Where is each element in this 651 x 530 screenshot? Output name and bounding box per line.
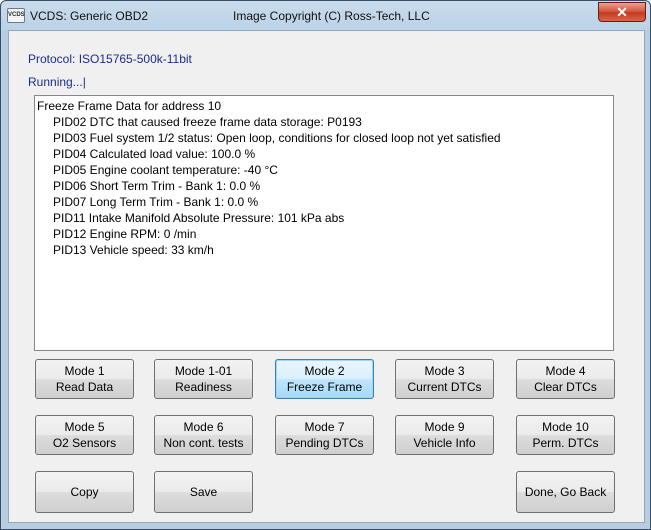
button-label: Done, Go Back <box>524 485 607 499</box>
output-line: PID05 Engine coolant temperature: -40 °C <box>53 163 278 177</box>
button-label: Mode 5 <box>64 420 105 434</box>
mode2-freeze-frame-button[interactable]: Mode 2 Freeze Frame <box>275 359 374 399</box>
mode10-perm-dtcs-button[interactable]: Mode 10 Perm. DTCs <box>516 415 615 455</box>
button-label: Mode 1 <box>64 364 105 378</box>
button-sublabel: Current DTCs <box>407 380 482 394</box>
protocol-label: Protocol: ISO15765-500k-11bit <box>28 52 192 66</box>
button-label: Mode 1-01 <box>174 364 233 378</box>
mode5-o2-sensors-button[interactable]: Mode 5 O2 Sensors <box>35 415 134 455</box>
button-sublabel: Vehicle Info <box>413 436 476 450</box>
copy-button[interactable]: Copy <box>35 471 134 513</box>
output-line: PID12 Engine RPM: 0 /min <box>53 227 197 241</box>
button-label: Mode 4 <box>545 364 586 378</box>
button-label: Copy <box>70 485 99 499</box>
done-go-back-button[interactable]: Done, Go Back <box>516 471 615 513</box>
save-button[interactable]: Save <box>154 471 253 513</box>
mode4-clear-dtcs-button[interactable]: Mode 4 Clear DTCs <box>516 359 615 399</box>
output-line: PID06 Short Term Trim - Bank 1: 0.0 % <box>53 179 261 193</box>
output-line: PID02 DTC that caused freeze frame data … <box>53 115 362 129</box>
output-line: PID03 Fuel system 1/2 status: Open loop,… <box>53 131 501 145</box>
status-label: Running...| <box>28 75 86 89</box>
vcds-app-icon: VCDS <box>7 8 25 23</box>
button-label: Mode 9 <box>424 420 465 434</box>
mode6-non-cont-tests-button[interactable]: Mode 6 Non cont. tests <box>154 415 253 455</box>
button-sublabel: Pending DTCs <box>285 436 364 450</box>
button-sublabel: Readiness <box>175 380 232 394</box>
button-sublabel: Perm. DTCs <box>532 436 599 450</box>
close-icon[interactable]: ✕ <box>598 2 646 22</box>
button-sublabel: Read Data <box>55 380 114 394</box>
mode1-01-readiness-button[interactable]: Mode 1-01 Readiness <box>154 359 253 399</box>
freeze-frame-output[interactable]: Freeze Frame Data for address 10 PID02 D… <box>34 95 614 351</box>
button-sublabel: Non cont. tests <box>163 436 244 450</box>
button-sublabel: Clear DTCs <box>534 380 597 394</box>
button-label: Mode 10 <box>542 420 589 434</box>
copyright-text: Image Copyright (C) Ross-Tech, LLC <box>233 9 430 23</box>
button-label: Mode 2 <box>304 364 345 378</box>
vcds-window: VCDS VCDS: Generic OBD2 Image Copyright … <box>0 0 651 530</box>
mode9-vehicle-info-button[interactable]: Mode 9 Vehicle Info <box>395 415 494 455</box>
output-line: PID13 Vehicle speed: 33 km/h <box>53 243 214 257</box>
button-label: Mode 3 <box>424 364 465 378</box>
output-line: PID04 Calculated load value: 100.0 % <box>53 147 256 161</box>
mode3-current-dtcs-button[interactable]: Mode 3 Current DTCs <box>395 359 494 399</box>
output-heading: Freeze Frame Data for address 10 <box>37 99 222 113</box>
output-line: PID07 Long Term Trim - Bank 1: 0.0 % <box>53 195 259 209</box>
button-label: Mode 7 <box>304 420 345 434</box>
mode1-read-data-button[interactable]: Mode 1 Read Data <box>35 359 134 399</box>
client-area: Protocol: ISO15765-500k-11bit Running...… <box>8 30 645 523</box>
button-sublabel: Freeze Frame <box>286 380 363 394</box>
button-label: Mode 6 <box>183 420 224 434</box>
title-bar[interactable]: VCDS VCDS: Generic OBD2 Image Copyright … <box>1 1 650 30</box>
output-line: PID11 Intake Manifold Absolute Pressure:… <box>53 211 345 225</box>
button-sublabel: O2 Sensors <box>52 436 117 450</box>
mode7-pending-dtcs-button[interactable]: Mode 7 Pending DTCs <box>275 415 374 455</box>
button-label: Save <box>189 485 218 499</box>
window-title: VCDS: Generic OBD2 <box>30 9 149 23</box>
